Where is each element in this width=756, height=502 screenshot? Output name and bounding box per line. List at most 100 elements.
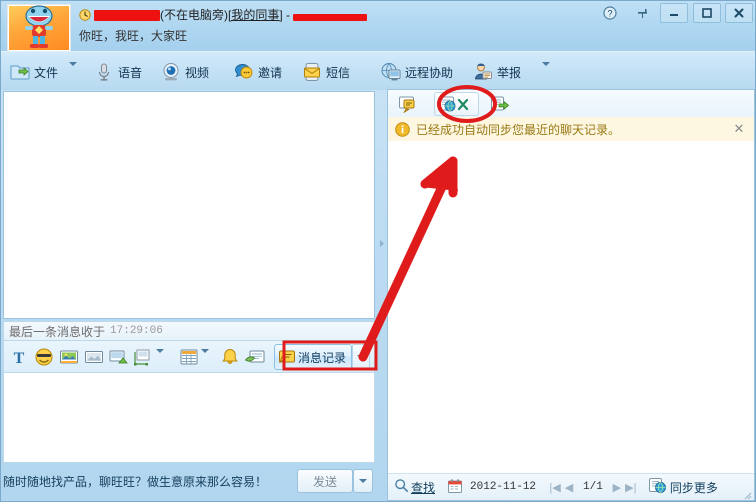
- close-sync-icon[interactable]: [434, 92, 479, 116]
- toolbar-item-voice[interactable]: 语音: [89, 58, 146, 86]
- info-icon: [395, 121, 410, 137]
- splitter-expand-arrow-icon[interactable]: [379, 237, 385, 247]
- bell-icon[interactable]: [219, 346, 241, 368]
- resize-grip[interactable]: [742, 489, 752, 500]
- contact-name-line: (不在电脑旁)[我的同事] -: [79, 6, 368, 24]
- last-message-label: 最后一条消息收于: [9, 324, 106, 339]
- left-bottom-bar: 随时随地找产品，聊旺旺？做生意原来那么容易！ 发送: [3, 465, 375, 497]
- chevron-down-icon: [156, 349, 164, 367]
- chevron-down-icon: [69, 62, 77, 80]
- sms-icon: [301, 61, 323, 83]
- export-icon[interactable]: [486, 92, 514, 116]
- calendar-button[interactable]: [447, 474, 463, 500]
- toolbar-item-report-label: 举报: [497, 65, 522, 80]
- table-icon[interactable]: [178, 346, 200, 368]
- svg-text:?: ?: [607, 9, 612, 19]
- page-next-button[interactable]: ▶: [610, 479, 624, 495]
- contact-group: [我的同事]: [228, 8, 283, 22]
- chevron-down-icon: [357, 355, 365, 359]
- history-content-area[interactable]: [388, 141, 754, 474]
- format-toolbar: T 消息记录: [3, 341, 375, 373]
- toolbar-item-report[interactable]: 举报: [468, 58, 525, 86]
- page-first-button[interactable]: |◀: [548, 479, 562, 495]
- maximize-button[interactable]: [692, 3, 721, 23]
- name-separator: -: [286, 8, 291, 22]
- card-icon[interactable]: [244, 346, 266, 368]
- message-history-icon: [278, 348, 296, 366]
- magnifier-icon: [394, 478, 409, 496]
- minimize-button[interactable]: [660, 3, 689, 23]
- sync-notification-text: 已经成功自动同步您最近的聊天记录。: [416, 122, 621, 137]
- chevron-down-icon: [359, 479, 367, 483]
- pagination: |◀ ◀ 1/1 ▶ ▶|: [548, 479, 638, 495]
- text-format-icon[interactable]: T: [8, 346, 30, 368]
- away-clock-icon: [79, 9, 91, 24]
- contact-status: (不在电脑旁): [160, 8, 228, 22]
- history-footer: 查找 2012-11-12 |◀ ◀ 1/1 ▶ ▶| 同步更多: [388, 473, 754, 500]
- sync-icon: [648, 477, 667, 497]
- main-toolbar: 文件 语音 视频 邀请 短信 远程协助 举报: [1, 51, 755, 137]
- image-icon[interactable]: [58, 346, 80, 368]
- message-history-dropdown-caret[interactable]: [352, 344, 370, 370]
- toolbar-item-sms-label: 短信: [326, 65, 351, 80]
- close-button[interactable]: [725, 3, 753, 23]
- toolbar-item-invite[interactable]: 邀请: [229, 58, 286, 86]
- webcam-icon: [160, 61, 182, 83]
- sync-notification-bar: 已经成功自动同步您最近的聊天记录。 ✕: [388, 117, 754, 142]
- toolbar-item-sms[interactable]: 短信: [297, 58, 354, 86]
- table-dropdown-caret[interactable]: [201, 349, 210, 367]
- page-indicator: 1/1: [583, 481, 603, 493]
- sync-more-button[interactable]: 同步更多: [648, 477, 718, 497]
- redacted-contact-id: [293, 14, 368, 21]
- find-button[interactable]: 查找: [394, 474, 435, 500]
- page-last-button[interactable]: ▶|: [624, 479, 638, 495]
- remote-assist-icon: [380, 61, 402, 83]
- redacted-contact-name: [94, 10, 160, 21]
- microphone-icon: [93, 61, 115, 83]
- message-view[interactable]: [3, 91, 375, 319]
- toolbar-item-video[interactable]: 视频: [156, 58, 213, 86]
- report-dropdown-caret[interactable]: [542, 62, 553, 80]
- screenshot-icon[interactable]: [83, 346, 105, 368]
- svg-text:T: T: [14, 350, 25, 367]
- file-icon: [9, 61, 31, 83]
- toolbar-item-remote-assist[interactable]: 远程协助: [376, 58, 457, 86]
- message-history-button[interactable]: 消息记录: [273, 344, 352, 370]
- toolbar-item-video-label: 视频: [185, 65, 210, 80]
- calendar-icon: [447, 478, 463, 497]
- invite-icon: [233, 61, 255, 83]
- emoji-icon[interactable]: [33, 346, 55, 368]
- last-message-time: 17:29:06: [110, 325, 163, 337]
- chevron-down-icon: [542, 62, 550, 80]
- help-button[interactable]: ?: [596, 3, 624, 23]
- crop-dropdown-caret[interactable]: [156, 349, 165, 367]
- file-dropdown-caret[interactable]: [69, 62, 80, 80]
- window-controls: ?: [595, 3, 753, 23]
- message-history-label: 消息记录: [297, 350, 346, 365]
- last-message-bar: 最后一条消息收于 17:29:06: [3, 321, 375, 341]
- crop-icon[interactable]: [133, 346, 155, 368]
- chevron-down-icon: [201, 349, 209, 367]
- toolbar-item-file[interactable]: 文件: [5, 58, 62, 86]
- avatar[interactable]: [7, 4, 71, 52]
- chat-history-panel: 已经成功自动同步您最近的聊天记录。 ✕ 查找 2012-11-12 |◀ ◀ 1…: [387, 89, 755, 501]
- send-dropdown-caret[interactable]: [353, 469, 373, 493]
- left-pane: 最后一条消息收于 17:29:06 T 消息记录 随时随地找产品，聊旺旺？做生意…: [3, 91, 375, 499]
- message-input[interactable]: [3, 373, 375, 463]
- send-button[interactable]: 发送: [297, 469, 353, 493]
- title-bar: (不在电脑旁)[我的同事] - 你旺，我旺，大家旺 ?: [1, 1, 755, 52]
- contact-signature: 你旺，我旺，大家旺: [79, 29, 188, 43]
- sync-more-label: 同步更多: [669, 480, 718, 495]
- toolbar-item-file-label: 文件: [34, 65, 59, 80]
- find-label: 查找: [411, 480, 436, 495]
- toolbar-item-remote-assist-label: 远程协助: [405, 65, 454, 80]
- picture-send-icon[interactable]: [108, 346, 130, 368]
- toolbar-item-voice-label: 语音: [118, 65, 143, 80]
- report-icon: [472, 61, 494, 83]
- pin-button[interactable]: [628, 3, 656, 23]
- history-toolbar: [388, 90, 754, 118]
- page-prev-button[interactable]: ◀: [562, 479, 576, 495]
- chat-tab-icon[interactable]: [394, 92, 422, 116]
- pane-splitter[interactable]: [376, 91, 386, 499]
- notification-close-icon[interactable]: ✕: [732, 121, 746, 136]
